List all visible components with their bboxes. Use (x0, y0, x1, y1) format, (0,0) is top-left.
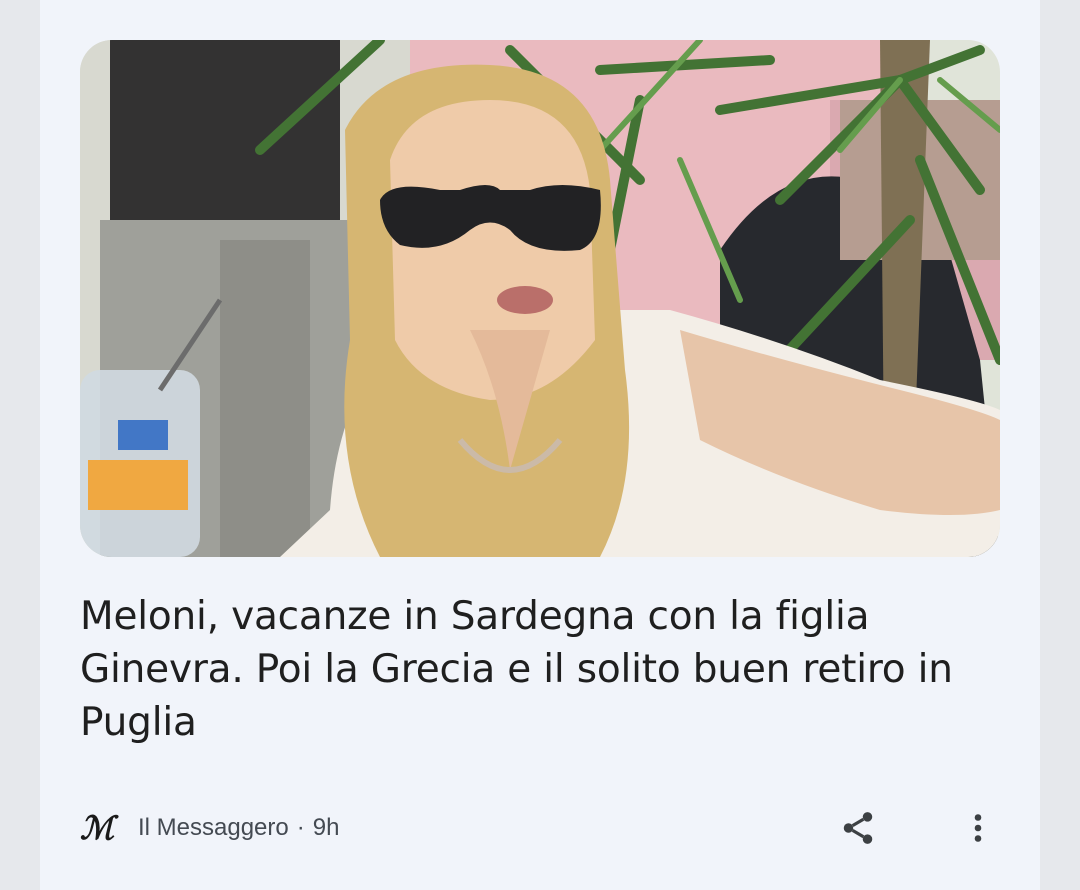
meta-separator: · (296, 814, 305, 841)
news-card[interactable]: Meloni, vacanze in Sardegna con la figli… (40, 0, 1040, 890)
share-button[interactable] (830, 800, 886, 856)
article-meta: ℳ Il Messaggero · 9h (80, 805, 339, 851)
article-image[interactable] (80, 40, 1000, 557)
share-icon (843, 812, 873, 844)
more-options-button[interactable] (950, 800, 1006, 856)
more-vert-icon (974, 814, 982, 842)
source-name: Il Messaggero (138, 814, 289, 841)
il-messaggero-logo-icon: ℳ (80, 809, 115, 847)
article-headline[interactable]: Meloni, vacanze in Sardegna con la figli… (80, 590, 1000, 749)
publish-time: 9h (312, 814, 340, 841)
